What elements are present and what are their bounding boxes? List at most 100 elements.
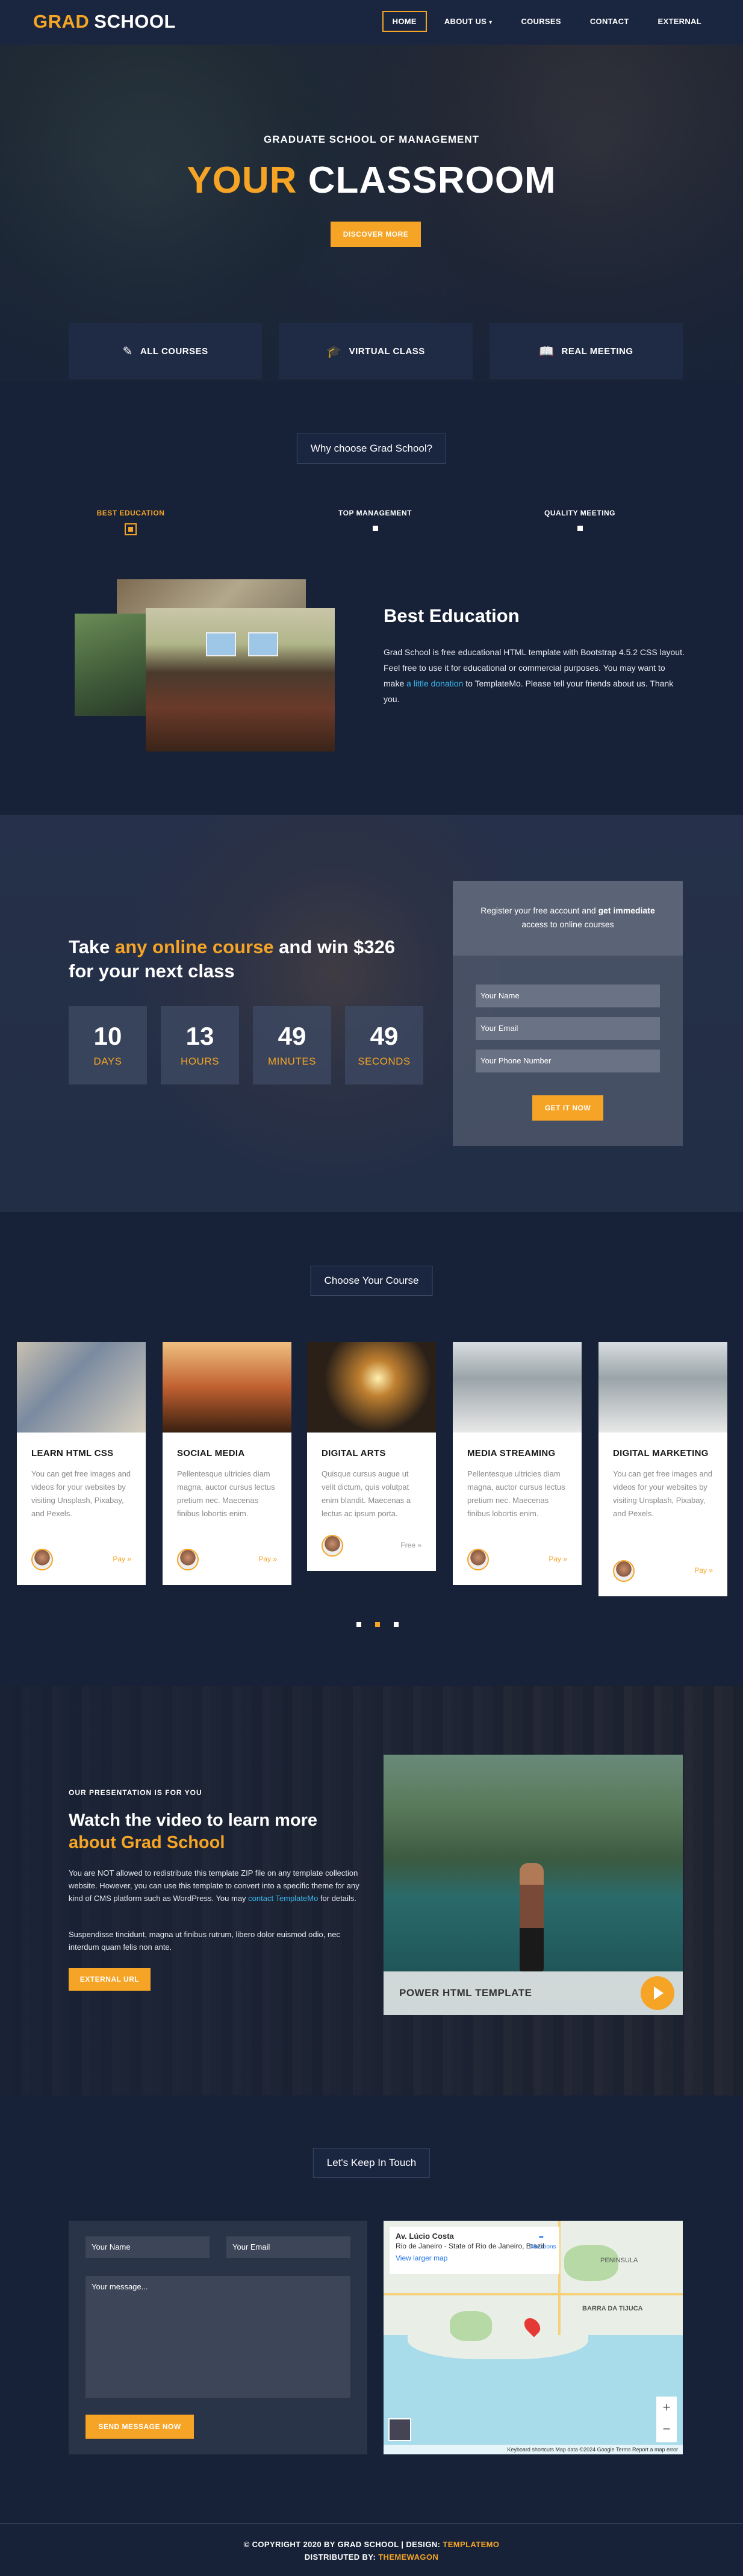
nav-home[interactable]: HOME [382, 11, 427, 32]
course-image [598, 1342, 727, 1433]
avatar [322, 1535, 343, 1557]
timer-value: 13 [185, 1022, 214, 1050]
pay-link[interactable]: Pay » [694, 1566, 713, 1575]
nav-external[interactable]: EXTERNAL [647, 11, 713, 32]
courses-section-title: Choose Your Course [310, 1266, 433, 1296]
register-name-input[interactable]: Your Name [476, 985, 660, 1007]
feature-all-courses[interactable]: ✎ ALL COURSES [69, 323, 263, 379]
external-url-button[interactable]: EXTERNAL URL [69, 1968, 151, 1991]
nav-about-us[interactable]: ABOUT US ▾ [433, 11, 504, 32]
directions-button[interactable]: ➦ Directions [529, 2233, 556, 2252]
view-larger-map-link[interactable]: View larger map [396, 2253, 553, 2263]
pay-link[interactable]: Pay » [258, 1555, 277, 1563]
tab-label: TOP MANAGEMENT [338, 509, 412, 517]
chevron-down-icon: ▾ [489, 19, 493, 26]
nav-courses[interactable]: COURSES [509, 11, 572, 32]
course-footer: Pay » [31, 1549, 131, 1570]
tab-quality-meeting[interactable]: QUALITY MEETING [520, 509, 640, 531]
pencil-icon: ✎ [122, 344, 133, 358]
contact-name-input[interactable]: Your Name [85, 2236, 210, 2258]
book-icon: 📖 [539, 344, 555, 358]
copyright-line: © COPYRIGHT 2020 BY GRAD SCHOOL | DESIGN… [0, 2538, 743, 2551]
avatar [31, 1549, 53, 1570]
text-bold: get immediate [598, 906, 655, 915]
course-card[interactable]: DIGITAL ARTS Quisque cursus augue ut vel… [307, 1342, 436, 1571]
tab-marker [125, 523, 137, 535]
hero-title-your: YOUR [187, 160, 297, 201]
contact-message-input[interactable]: Your message... [85, 2276, 350, 2398]
course-footer: Pay » [613, 1560, 713, 1582]
main-nav: HOME ABOUT US ▾ COURSES CONTACT EXTERNAL [376, 11, 713, 32]
course-carousel: LEARN HTML CSS You can get free images a… [17, 1342, 727, 1607]
video-caption-bar: POWER HTML TEMPLATE [384, 1971, 683, 2015]
course-card[interactable]: DIGITAL MARKETING You can get free image… [598, 1342, 727, 1596]
person-figure [520, 1863, 544, 1971]
get-it-now-button[interactable]: GET IT NOW [532, 1095, 603, 1121]
logo-school: SCHOOL [94, 11, 176, 32]
page: GRAD SCHOOL HOME ABOUT US ▾ COURSES CONTAC… [0, 0, 743, 2576]
text-part: Register your free account and [480, 906, 598, 915]
video-caption: POWER HTML TEMPLATE [399, 1987, 532, 1999]
course-card[interactable]: LEARN HTML CSS You can get free images a… [17, 1342, 146, 1585]
video-kicker: OUR PRESENTATION IS FOR YOU [69, 1788, 202, 1797]
site-logo[interactable]: GRAD SCHOOL [33, 11, 176, 33]
graduation-cap-icon: 🎓 [326, 344, 342, 358]
course-title: DIGITAL MARKETING [613, 1448, 709, 1458]
course-image [307, 1342, 436, 1433]
pay-link[interactable]: Pay » [549, 1555, 567, 1563]
course-title: MEDIA STREAMING [467, 1448, 556, 1458]
projector-screen [206, 632, 236, 656]
feature-virtual-class[interactable]: 🎓 VIRTUAL CLASS [279, 323, 473, 379]
register-email-input[interactable]: Your Email [476, 1017, 660, 1040]
register-phone-input[interactable]: Your Phone Number [476, 1050, 660, 1072]
directions-label: Directions [529, 2244, 556, 2250]
video-thumbnail[interactable]: POWER HTML TEMPLATE [384, 1755, 683, 2015]
projector-screen [248, 632, 278, 656]
course-card[interactable]: SOCIAL MEDIA Pellentesque ultricies diam… [163, 1342, 291, 1585]
course-footer: Pay » [467, 1549, 567, 1570]
templatemo-link[interactable]: TemplateMo [275, 1894, 318, 1903]
timer-label: SECONDS [358, 1056, 411, 1067]
tab-best-education[interactable]: BEST EDUCATION [70, 509, 191, 535]
feature-boxes: ✎ ALL COURSES 🎓 VIRTUAL CLASS 📖 REAL MEE… [69, 323, 683, 379]
zoom-in-button[interactable]: + [656, 2397, 677, 2418]
lecture-hall-photo [146, 608, 335, 751]
course-title: DIGITAL ARTS [322, 1448, 386, 1458]
discover-more-button[interactable]: DISCOVER MORE [331, 222, 421, 247]
carousel-dot-active[interactable] [375, 1622, 380, 1627]
pay-link[interactable]: Pay » [113, 1555, 131, 1563]
hero-subtitle: GRADUATE SCHOOL OF MANAGEMENT [264, 134, 479, 145]
send-message-button[interactable]: SEND MESSAGE NOW [85, 2415, 194, 2439]
avatar [467, 1549, 489, 1570]
course-description: Pellentesque ultricies diam magna, aucto… [177, 1469, 275, 1518]
donation-link[interactable]: a little donation [406, 679, 463, 688]
best-education-text: Grad School is free educational HTML tem… [384, 644, 685, 707]
pay-link[interactable]: Free » [400, 1541, 421, 1549]
feature-label: VIRTUAL CLASS [349, 346, 425, 356]
why-tabs: BEST EDUCATION TOP MANAGEMENT QUALITY ME… [70, 509, 673, 545]
video-paragraph: Suspendisse tincidunt, magna ut finibus … [69, 1930, 340, 1952]
feature-real-meeting[interactable]: 📖 REAL MEETING [489, 323, 683, 379]
countdown-title: Take any online course and win $326 for … [69, 935, 395, 983]
education-images [75, 579, 335, 751]
directions-icon: ➦ [538, 2234, 544, 2241]
templatemo-link[interactable]: TEMPLATEMO [443, 2540, 499, 2549]
map-zoom-controls: + − [656, 2397, 677, 2442]
register-heading: Register your free account and get immed… [453, 881, 683, 956]
nav-contact[interactable]: CONTACT [579, 11, 641, 32]
title-part: Watch the video to learn more [69, 1811, 318, 1830]
tab-top-management[interactable]: TOP MANAGEMENT [315, 509, 435, 531]
play-icon[interactable] [641, 1976, 674, 2010]
contact-link[interactable]: contact [248, 1894, 273, 1903]
themewagon-link[interactable]: THEMEWAGON [378, 2553, 438, 2562]
carousel-dot[interactable] [356, 1622, 361, 1627]
timer-hours: 13 HOURS [161, 1006, 239, 1084]
course-description: Pellentesque ultricies diam magna, aucto… [467, 1469, 565, 1518]
contact-email-input[interactable]: Your Email [226, 2236, 350, 2258]
satellite-toggle[interactable] [388, 2418, 411, 2441]
course-description: You can get free images and videos for y… [613, 1469, 713, 1518]
course-card[interactable]: MEDIA STREAMING Pellentesque ultricies d… [453, 1342, 582, 1585]
google-map[interactable]: PENINSULA BARRA DA TIJUCA Av. Lúcio Cost… [384, 2221, 683, 2454]
carousel-dot[interactable] [394, 1622, 399, 1627]
zoom-out-button[interactable]: − [656, 2418, 677, 2440]
